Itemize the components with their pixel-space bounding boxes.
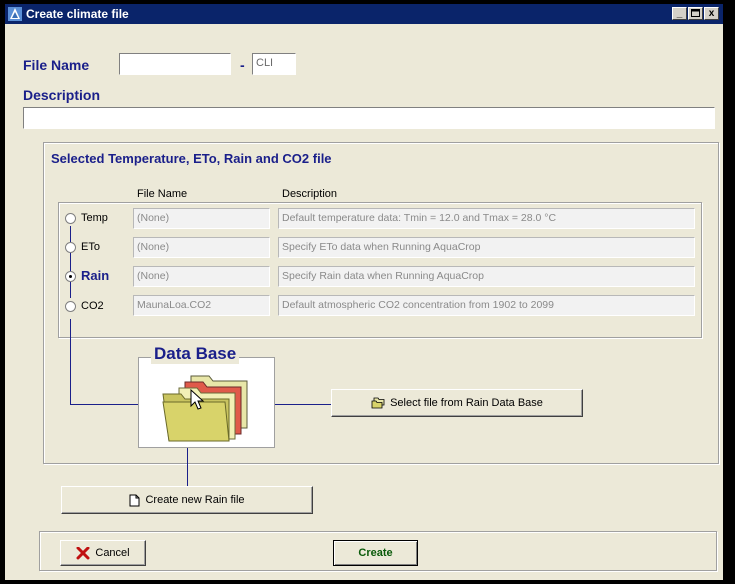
radio-connector-line: [70, 226, 71, 298]
minimize-icon: _: [676, 8, 683, 19]
filename-label: File Name: [23, 57, 90, 73]
maximize-button[interactable]: [688, 7, 703, 20]
connector-horizontal-right: [275, 404, 331, 405]
radio-rain-label: Rain: [81, 268, 110, 283]
rain-description-field: Specify Rain data when Running AquaCrop: [278, 266, 695, 287]
radio-temp-label: Temp: [81, 212, 108, 224]
title-bar[interactable]: Create climate file _ x: [5, 4, 723, 24]
close-icon: x: [708, 8, 715, 19]
radio-rain[interactable]: [65, 271, 76, 282]
rain-file-field: (None): [133, 266, 270, 287]
window-title: Create climate file: [26, 7, 129, 21]
create-new-rain-file-button[interactable]: Create new Rain file: [61, 486, 313, 514]
aquacrop-app-icon: [8, 7, 22, 21]
eto-description-field: Specify ETo data when Running AquaCrop: [278, 237, 695, 258]
radio-eto[interactable]: [65, 242, 76, 253]
select-from-database-button[interactable]: Select file from Rain Data Base: [331, 389, 583, 417]
folders-icon: [371, 397, 385, 409]
create-new-rain-file-label: Create new Rain file: [145, 494, 245, 506]
radio-eto-label: ETo: [81, 241, 100, 253]
filename-input[interactable]: [119, 53, 231, 75]
radio-co2-label: CO2: [81, 300, 104, 312]
create-climate-window: Create climate file _ x File Name - CLI …: [5, 4, 723, 580]
cancel-button[interactable]: Cancel: [60, 540, 146, 566]
minimize-button[interactable]: _: [672, 7, 687, 20]
close-button[interactable]: x: [704, 7, 719, 20]
connector-horizontal-left: [70, 404, 138, 405]
co2-file-field: MaunaLoa.CO2: [133, 295, 270, 316]
co2-description-field: Default atmospheric CO2 concentration fr…: [278, 295, 695, 316]
column-header-filename: File Name: [137, 188, 188, 200]
group-title: Selected Temperature, ETo, Rain and CO2 …: [51, 151, 332, 166]
maximize-icon: [691, 9, 700, 17]
filename-separator: -: [240, 57, 245, 73]
folder-stack-icon: [162, 375, 248, 442]
eto-file-field: (None): [133, 237, 270, 258]
connector-vertical-bottom: [187, 448, 188, 486]
database-title: Data Base: [151, 344, 240, 364]
create-label: Create: [358, 547, 393, 559]
description-input[interactable]: [23, 107, 715, 129]
cancel-x-icon: [76, 546, 90, 559]
temp-description-field: Default temperature data: Tmin = 12.0 an…: [278, 208, 695, 229]
temp-file-field: (None): [133, 208, 270, 229]
create-button[interactable]: Create: [333, 540, 418, 566]
extension-field: CLI: [252, 53, 296, 75]
radio-co2[interactable]: [65, 301, 76, 312]
radio-temp[interactable]: [65, 213, 76, 224]
description-label: Description: [23, 87, 101, 103]
new-file-icon: [129, 494, 140, 506]
select-from-database-label: Select file from Rain Data Base: [390, 397, 543, 409]
column-header-description: Description: [282, 188, 338, 200]
connector-vertical-left: [70, 319, 71, 405]
cancel-label: Cancel: [95, 547, 130, 559]
